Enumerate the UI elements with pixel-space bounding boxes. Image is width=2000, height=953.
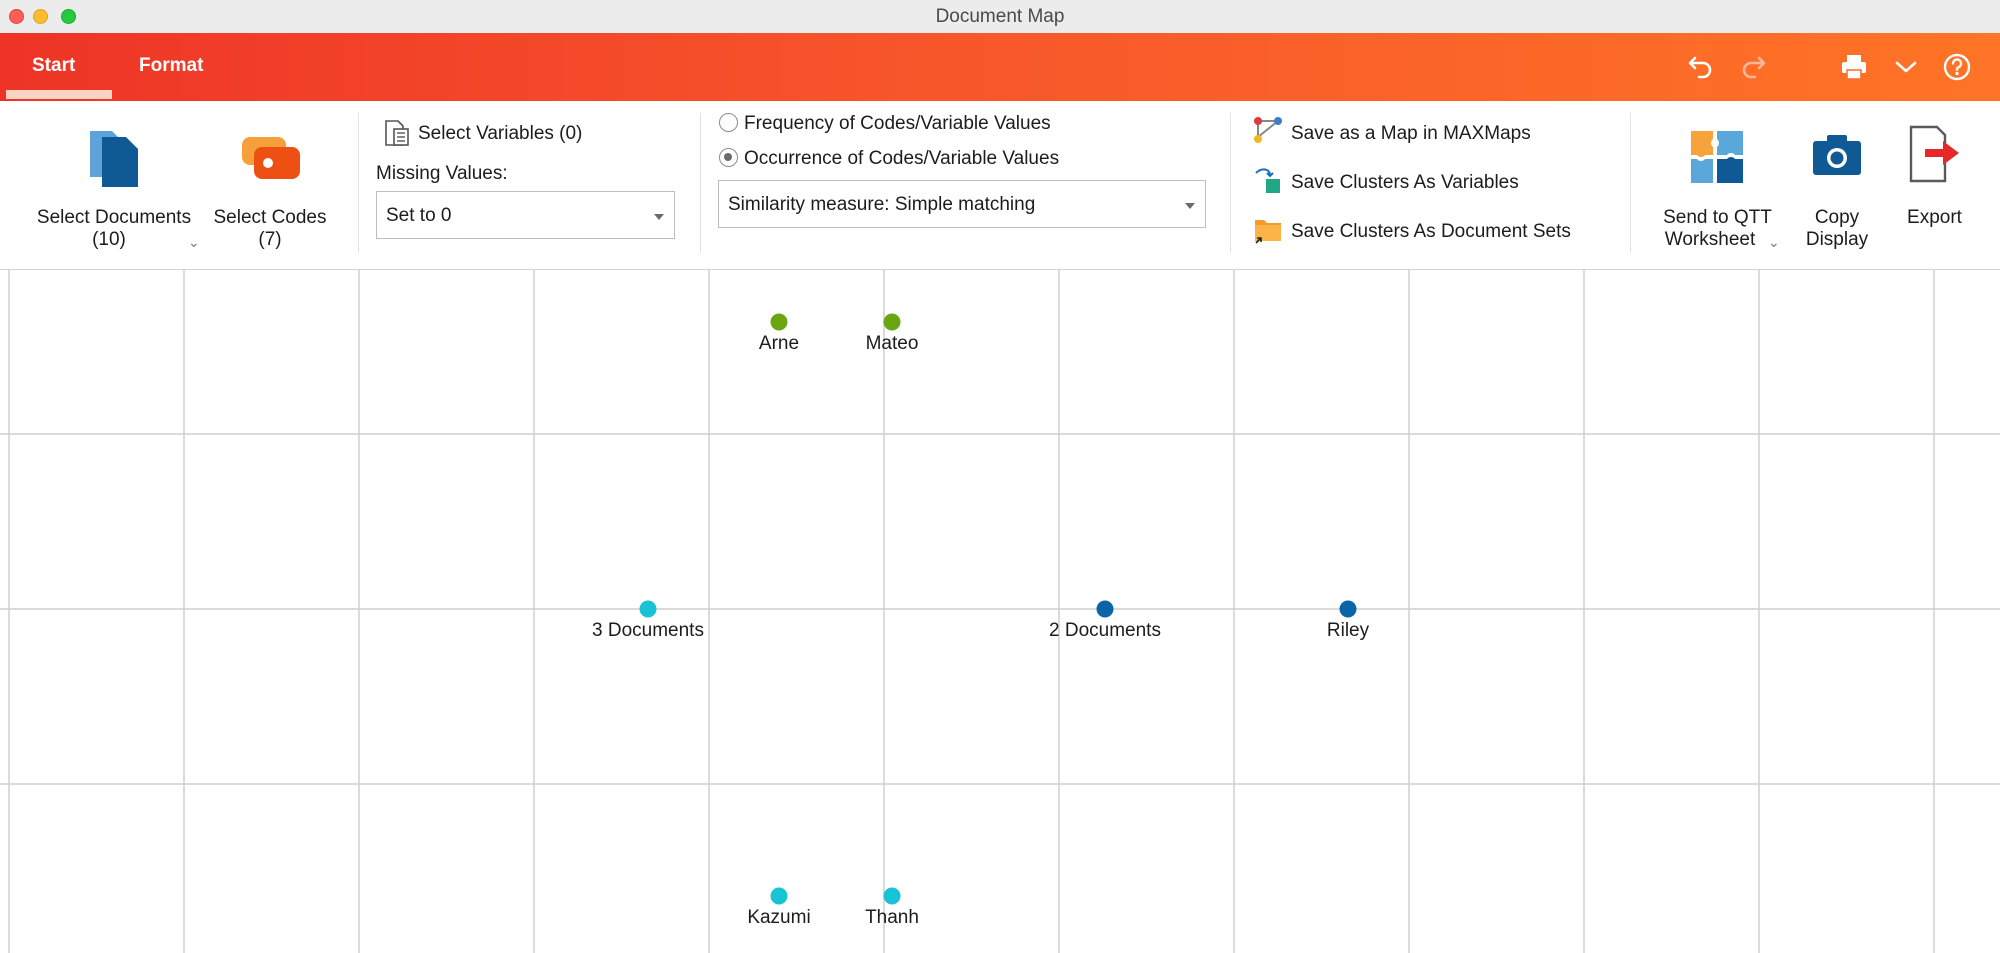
map-point-label: Kazumi: [747, 907, 811, 928]
variables-icon: [385, 120, 409, 146]
toolbar-separator: [1630, 113, 1631, 253]
map-point-label: Thanh: [865, 907, 919, 928]
map-point[interactable]: [770, 887, 788, 905]
send-to-qtt-label: Send to QTT: [1663, 207, 1772, 228]
select-documents-chevron-icon[interactable]: ⌄: [188, 234, 200, 251]
map-point-label: Riley: [1326, 620, 1370, 641]
missing-values-label: Missing Values:: [376, 163, 508, 184]
puzzle-icon: [1691, 131, 1743, 183]
similarity-measure-dropdown[interactable]: Similarity measure: Simple matching: [718, 180, 1206, 228]
select-variables-label: Select Variables (0): [418, 123, 583, 144]
map-point[interactable]: [883, 313, 901, 331]
save-clusters-variables-label: Save Clusters As Variables: [1291, 172, 1519, 193]
tab-start[interactable]: Start: [32, 55, 75, 77]
window-title: Document Map: [935, 6, 1065, 27]
map-point-label: Arne: [758, 333, 800, 354]
map-point-label: 2 Documents: [1049, 620, 1161, 641]
ribbon-toolbar: Select Documents (10) ⌄ Select Codes (7)…: [0, 101, 2000, 270]
similarity-measure-value: Similarity measure: Simple matching: [728, 194, 1036, 215]
documents-icon: [90, 131, 138, 187]
select-codes-count: (7): [258, 229, 282, 250]
copy-display-label: Copy: [1814, 207, 1860, 228]
select-codes-label: Select Codes: [213, 207, 327, 228]
map-point-label: Mateo: [865, 333, 919, 354]
active-tab-indicator: [6, 90, 112, 99]
send-to-qtt-label-2: Worksheet: [1664, 229, 1756, 250]
chevron-down-icon[interactable]: [1891, 52, 1921, 82]
occurrence-radio[interactable]: [719, 148, 738, 167]
copy-display-label-2: Display: [1805, 229, 1869, 250]
occurrence-radio-label[interactable]: Occurrence of Codes/Variable Values: [744, 148, 1059, 170]
help-icon[interactable]: [1942, 52, 1972, 82]
map-point-label: 3 Documents: [592, 620, 704, 641]
map-point[interactable]: [1096, 600, 1114, 618]
map-point[interactable]: [770, 313, 788, 331]
frequency-radio-label[interactable]: Frequency of Codes/Variable Values: [744, 113, 1051, 135]
maxmaps-icon: [1254, 117, 1282, 143]
dropdown-caret-icon: [1185, 203, 1195, 209]
map-grid: [0, 270, 2000, 953]
missing-values-dropdown[interactable]: Set to 0: [376, 191, 675, 239]
print-icon[interactable]: [1839, 52, 1869, 82]
redo-icon[interactable]: [1738, 52, 1768, 82]
document-map-canvas[interactable]: Arne Mateo 3 Documents 2 Documents Riley…: [0, 270, 2000, 953]
select-documents-label: Select Documents: [36, 207, 192, 228]
map-point[interactable]: [639, 600, 657, 618]
missing-values-value: Set to 0: [386, 205, 452, 226]
tab-format[interactable]: Format: [139, 55, 203, 77]
frequency-radio[interactable]: [719, 113, 738, 132]
export-label: Export: [1907, 207, 1962, 228]
dropdown-caret-icon: [654, 214, 664, 220]
undo-icon[interactable]: [1686, 52, 1716, 82]
toolbar-separator: [700, 113, 701, 253]
clusters-variables-icon: [1255, 168, 1280, 193]
map-point[interactable]: [883, 887, 901, 905]
codes-icon: [242, 137, 300, 179]
map-point[interactable]: [1339, 600, 1357, 618]
toolbar-separator: [358, 113, 359, 253]
ribbon-tab-bar: Start Format: [0, 33, 2000, 101]
save-clusters-sets-label: Save Clusters As Document Sets: [1291, 221, 1571, 242]
camera-icon: [1813, 135, 1861, 175]
export-icon: [1909, 125, 1959, 183]
toolbar-separator: [1230, 113, 1231, 253]
send-to-qtt-chevron-icon[interactable]: ⌄: [1768, 234, 1780, 251]
window-titlebar: Document Map: [0, 0, 2000, 34]
save-map-label: Save as a Map in MAXMaps: [1291, 123, 1531, 144]
select-documents-count: (10): [92, 229, 126, 250]
document-sets-folder-icon: [1255, 220, 1281, 244]
